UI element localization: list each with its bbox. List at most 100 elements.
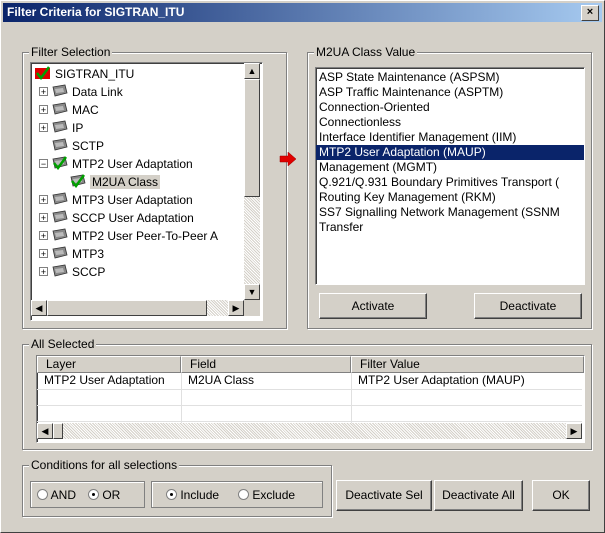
deactivate-all-button[interactable]: Deactivate All <box>434 480 523 511</box>
or-radio[interactable] <box>88 489 99 500</box>
checked-protocol-icon <box>34 66 52 81</box>
tree-item-label: Data Link <box>72 85 123 99</box>
tree-item[interactable]: + SCCP User Adaptation <box>31 209 244 227</box>
deactivate-sel-button[interactable]: Deactivate Sel <box>336 480 432 511</box>
deactivate-button[interactable]: Deactivate <box>474 293 582 319</box>
class-value-item[interactable]: ASP Traffic Maintenance (ASPTM) <box>316 85 584 100</box>
include-radio[interactable] <box>166 489 177 500</box>
tree-horizontal-scrollbar[interactable]: ◀ ▶ <box>31 300 244 316</box>
filter-selection-legend: Filter Selection <box>29 45 113 59</box>
protocol-icon <box>51 246 69 260</box>
checked-protocol-icon <box>51 156 69 171</box>
checked-protocol-icon <box>69 174 87 189</box>
class-value-item[interactable]: SS7 Signalling Network Management (SSNM <box>316 205 584 220</box>
tree-hscroll-thumb[interactable] <box>47 300 207 316</box>
protocol-icon <box>51 264 69 278</box>
class-value-item[interactable]: Interface Identifier Management (IIM) <box>316 130 584 145</box>
tree-item-label: MTP2 User Adaptation <box>72 157 193 171</box>
protocol-icon <box>51 192 69 206</box>
tree-item-label: MTP3 <box>72 247 105 261</box>
tree-item-label: M2UA Class <box>90 175 161 189</box>
column-header-layer[interactable]: Layer <box>37 356 181 373</box>
protocol-icon <box>51 84 69 98</box>
class-value-item[interactable]: ASP State Maintenance (ASPSM) <box>316 70 584 85</box>
column-divider <box>181 373 182 423</box>
conditions-legend: Conditions for all selections <box>29 458 180 472</box>
column-divider <box>351 373 352 423</box>
tree-item-label: IP <box>72 121 84 135</box>
tree-scroll-thumb[interactable] <box>244 79 260 197</box>
exclude-option[interactable]: Exclude <box>238 488 295 502</box>
and-option[interactable]: AND <box>37 488 76 502</box>
class-value-item[interactable]: Q.921/Q.931 Boundary Primitives Transpor… <box>316 175 584 190</box>
expand-icon[interactable]: + <box>39 87 48 97</box>
tree-item-label: MTP2 User Peer-To-Peer A <box>72 229 219 243</box>
tree-item[interactable]: − MTP2 User Adaptation <box>31 155 244 173</box>
tree-item[interactable]: M2UA Class <box>31 173 244 191</box>
scroll-corner <box>244 300 260 316</box>
expand-icon[interactable]: + <box>39 213 48 223</box>
class-value-item[interactable]: Connection-Oriented <box>316 100 584 115</box>
table-scroll-right-arrow-icon[interactable]: ▶ <box>566 423 582 439</box>
expand-icon[interactable]: + <box>39 267 48 277</box>
collapse-icon[interactable]: − <box>39 159 48 169</box>
tree-item[interactable]: + MTP3 User Adaptation <box>31 191 244 209</box>
expand-icon[interactable]: + <box>39 195 48 205</box>
or-option[interactable]: OR <box>88 488 120 502</box>
column-header-filter-value[interactable]: Filter Value <box>351 356 584 373</box>
filter-tree[interactable]: SIGTRAN_ITU + Data Link + MAC + IP SCTP − MTP2 Us… <box>30 62 263 321</box>
protocol-icon <box>51 138 69 152</box>
tree-item[interactable]: SIGTRAN_ITU <box>31 65 244 83</box>
all-selected-legend: All Selected <box>29 337 97 351</box>
title-bar[interactable]: Filter Criteria for SIGTRAN_ITU × <box>3 3 602 22</box>
tree-item-label: SCTP <box>72 139 105 153</box>
move-right-arrow-icon <box>279 151 297 167</box>
table-hscroll-thumb[interactable] <box>53 423 63 439</box>
expand-icon[interactable]: + <box>39 123 48 133</box>
protocol-icon <box>51 228 69 242</box>
logic-radio-group: AND OR <box>30 481 145 508</box>
tree-item[interactable]: + MTP2 User Peer-To-Peer A <box>31 227 244 245</box>
include-option[interactable]: Include <box>166 488 219 502</box>
tree-item[interactable]: + IP <box>31 119 244 137</box>
and-radio[interactable] <box>37 489 48 500</box>
expand-icon[interactable]: + <box>39 249 48 259</box>
class-value-list[interactable]: ASP State Maintenance (ASPSM) ASP Traffic… <box>315 67 585 285</box>
table-row[interactable]: MTP2 User Adaptation M2UA Class MTP2 User … <box>37 373 582 389</box>
table-scroll-left-arrow-icon[interactable]: ◀ <box>37 423 53 439</box>
table-cell: M2UA Class <box>188 373 255 387</box>
dialog-window: Filter Criteria for SIGTRAN_ITU × Filter… <box>0 0 605 533</box>
table-horizontal-scrollbar[interactable]: ◀ ▶ <box>37 423 582 439</box>
include-label: Include <box>180 488 220 502</box>
column-header-field[interactable]: Field <box>181 356 351 373</box>
row-divider <box>37 421 582 422</box>
scroll-down-arrow-icon[interactable]: ▼ <box>244 284 260 300</box>
tree-item[interactable]: + SCCP <box>31 263 244 281</box>
tree-vertical-scrollbar[interactable]: ▲ ▼ <box>244 63 260 300</box>
class-value-legend: M2UA Class Value <box>314 45 418 59</box>
class-value-item[interactable]: MTP2 User Adaptation (MAUP) <box>316 145 584 160</box>
class-value-item[interactable]: Connectionless <box>316 115 584 130</box>
scroll-up-arrow-icon[interactable]: ▲ <box>244 63 260 79</box>
row-divider <box>37 405 582 406</box>
tree-item[interactable]: SCTP <box>31 137 244 155</box>
class-value-item[interactable]: Transfer <box>316 220 584 235</box>
class-value-item[interactable]: Routing Key Management (RKM) <box>316 190 584 205</box>
tree-item-label: SCCP <box>72 265 106 279</box>
tree-item[interactable]: + Data Link <box>31 83 244 101</box>
protocol-icon <box>51 210 69 224</box>
expand-icon[interactable]: + <box>39 105 48 115</box>
scroll-left-arrow-icon[interactable]: ◀ <box>31 300 47 316</box>
class-value-item[interactable]: Management (MGMT) <box>316 160 584 175</box>
activate-button[interactable]: Activate <box>319 293 427 319</box>
mode-radio-group: Include Exclude <box>151 481 323 508</box>
tree-item-label: MTP3 User Adaptation <box>72 193 193 207</box>
scroll-right-arrow-icon[interactable]: ▶ <box>228 300 244 316</box>
tree-item[interactable]: + MAC <box>31 101 244 119</box>
all-selected-table[interactable]: Layer Field Filter Value MTP2 User Adapt… <box>36 355 585 443</box>
exclude-radio[interactable] <box>238 489 249 500</box>
tree-item[interactable]: + MTP3 <box>31 245 244 263</box>
close-button[interactable]: × <box>581 5 599 21</box>
expand-icon[interactable]: + <box>39 231 48 241</box>
ok-button[interactable]: OK <box>532 480 590 511</box>
